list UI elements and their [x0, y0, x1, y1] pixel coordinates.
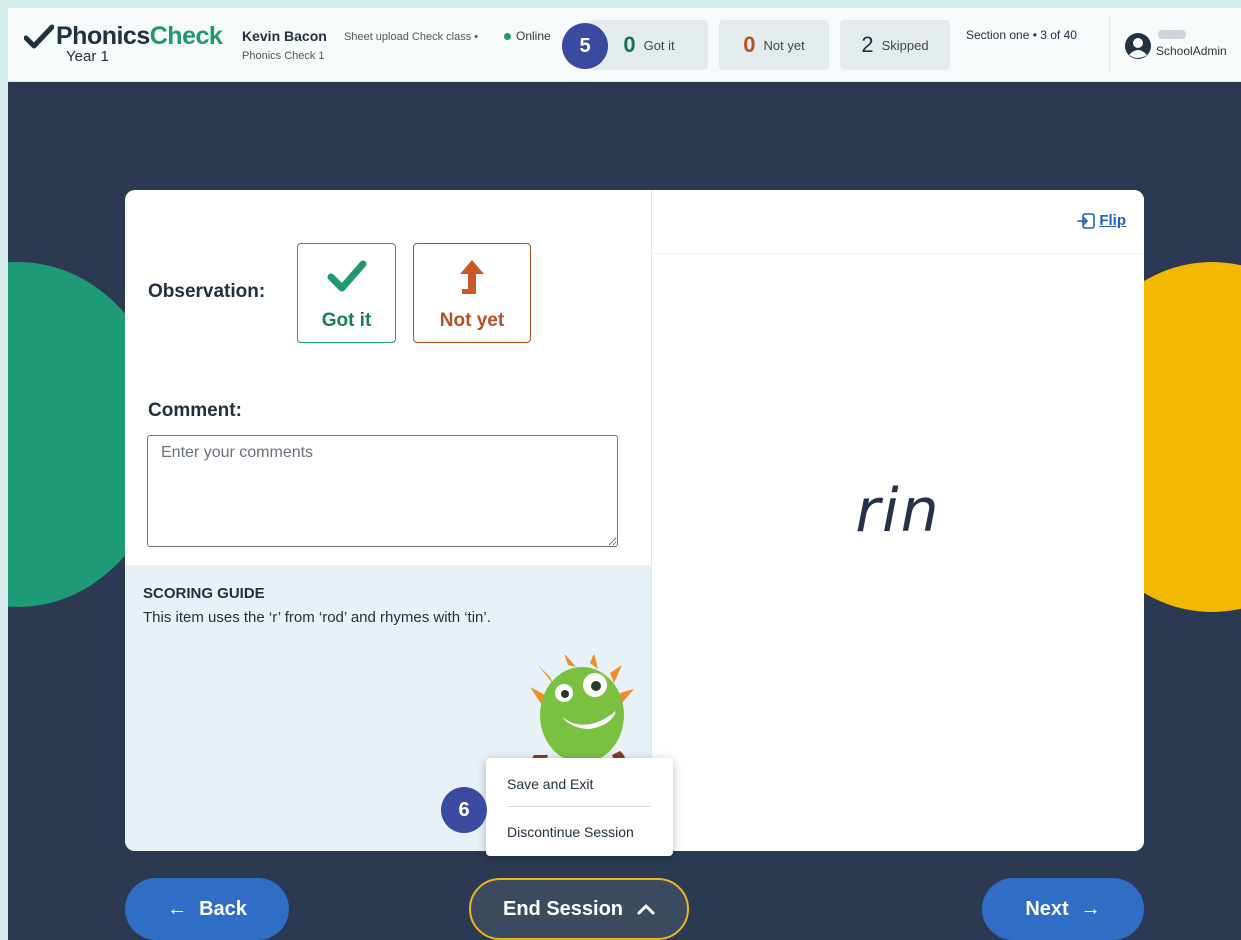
got-it-button[interactable]: Got it	[297, 243, 396, 343]
got-it-count: 0	[623, 32, 636, 57]
scoring-guide-text: This item uses the ‘r’ from ‘rod’ and rh…	[143, 609, 491, 626]
save-and-exit-menu-item[interactable]: Save and Exit	[507, 776, 593, 792]
arrow-right-icon: →	[1080, 897, 1101, 920]
checkmark-icon	[327, 260, 366, 292]
got-it-button-label: Got it	[321, 310, 372, 331]
observation-label: Observation:	[148, 281, 266, 302]
comment-input[interactable]	[147, 435, 618, 547]
class-name: Sheet upload Check class •	[344, 31, 479, 43]
skipped-count-label: Skipped	[881, 37, 929, 53]
got-it-count-label: Got it	[643, 37, 675, 53]
back-button[interactable]: ← Back	[125, 878, 289, 940]
main-area: Observation: Got it Not yet Comment: SCO…	[8, 82, 1241, 940]
online-status: Online	[516, 29, 551, 43]
user-circle-icon[interactable]	[1124, 32, 1152, 60]
flip-icon	[1077, 212, 1096, 229]
next-button[interactable]: Next →	[982, 878, 1144, 940]
word-display: rin	[652, 254, 1144, 851]
chevron-up-icon	[637, 904, 655, 915]
end-session-button-label: End Session	[502, 897, 624, 920]
assessment-card: Observation: Got it Not yet Comment: SCO…	[125, 190, 1144, 851]
flip-label: Flip	[1099, 212, 1126, 229]
comment-label: Comment:	[148, 400, 242, 421]
not-yet-count-stat: 0 Not yet	[719, 20, 829, 70]
top-header: PhonicsCheck Year 1 Kevin Bacon Sheet up…	[8, 8, 1241, 82]
scoring-guide-title: SCORING GUIDE	[143, 585, 265, 602]
menu-separator	[507, 806, 651, 807]
arrow-up-icon	[460, 260, 484, 294]
header-divider	[1109, 16, 1110, 72]
discontinue-session-menu-item[interactable]: Discontinue Session	[507, 824, 634, 840]
skipped-count: 2	[861, 32, 874, 57]
not-yet-button-label: Not yet	[439, 310, 505, 331]
next-button-label: Next	[1025, 897, 1069, 920]
not-yet-button[interactable]: Not yet	[413, 243, 531, 343]
word-panel: Flip rin	[652, 190, 1144, 851]
not-yet-count-label: Not yet	[763, 37, 805, 53]
flip-link[interactable]: Flip	[1077, 212, 1126, 229]
user-name-redacted	[1158, 30, 1186, 39]
student-name: Kevin Bacon	[242, 28, 327, 44]
back-button-label: Back	[199, 897, 247, 920]
end-session-menu: Save and Exit Discontinue Session	[486, 758, 673, 856]
end-session-button[interactable]: End Session	[469, 878, 689, 940]
observation-panel: Observation: Got it Not yet Comment: SCO…	[125, 190, 651, 851]
checkmark-logo-icon	[24, 24, 54, 49]
flip-bar: Flip	[652, 190, 1144, 254]
arrow-left-icon: ←	[167, 897, 188, 920]
check-name: Phonics Check 1	[242, 50, 325, 62]
not-yet-count: 0	[743, 32, 756, 57]
annotation-badge-5: 5	[562, 23, 608, 69]
user-role[interactable]: SchoolAdmin	[1156, 44, 1227, 58]
online-status-dot-icon	[504, 33, 511, 40]
pseudo-word: rin	[855, 476, 941, 546]
phonics-check-logo: PhonicsCheck Year 1	[24, 22, 234, 72]
skipped-count-stat: 2 Skipped	[840, 20, 950, 70]
logo-wordmark: PhonicsCheck	[56, 22, 223, 50]
annotation-badge-6: 6	[441, 787, 487, 833]
logo-year: Year 1	[66, 48, 109, 65]
section-progress: Section one • 3 of 40	[966, 28, 1077, 42]
